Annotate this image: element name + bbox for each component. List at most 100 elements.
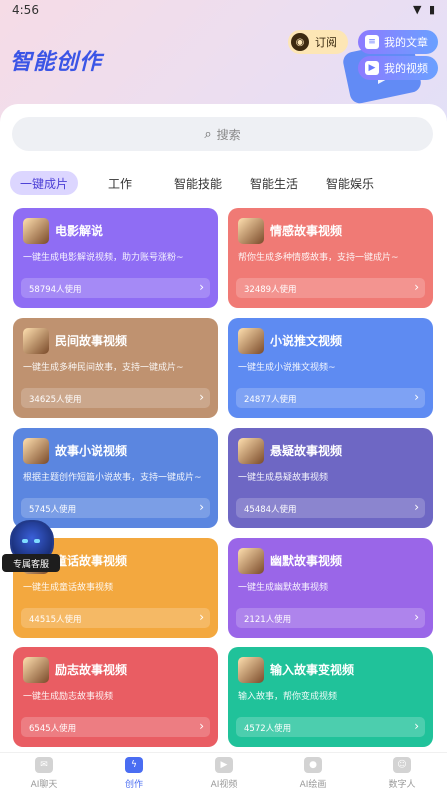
card-movie-commentary[interactable]: 电影解说一键生成电影解说视频，助力账号涨粉~ 58794人使用 ›: [13, 208, 218, 308]
tab-label: 智能生活: [249, 176, 298, 191]
search-icon: ⌕: [204, 126, 212, 142]
nav-digital-human[interactable]: ☺ 数字人: [372, 757, 432, 790]
chevron-right-icon: ›: [199, 719, 204, 733]
card-thumbnail: [238, 218, 264, 244]
card-thumbnail: [23, 657, 49, 683]
tab-smart-skills[interactable]: 智能技能: [168, 171, 228, 195]
card-title: 悬疑故事视频: [270, 444, 343, 458]
card-story-novel[interactable]: 故事小说视频根据主题创作短篇小说故事，支持一键成片~ 5745人使用 ›: [13, 428, 218, 528]
card-emotional-story[interactable]: 情感故事视频帮你生成多种情感故事，支持一键成片~ 32489人使用 ›: [228, 208, 433, 308]
brand-title: 智能创作: [10, 50, 103, 75]
card-thumbnail: [23, 438, 49, 464]
card-description: 一键生成幽默故事视频: [238, 583, 329, 593]
chevron-right-icon: ›: [199, 500, 204, 514]
card-input-to-video[interactable]: 输入故事变视频输入故事，帮你变成视频 4572人使用 ›: [228, 647, 433, 747]
card-title: 民间故事视频: [55, 334, 128, 348]
card-description: 一键生成电影解说视频，助力账号涨粉~: [23, 253, 184, 263]
card-thumbnail: [23, 328, 49, 354]
card-usage-count: 2121人使用: [244, 615, 292, 625]
card-title: 励志故事视频: [55, 663, 128, 677]
card-usage-bar[interactable]: 58794人使用 ›: [21, 278, 210, 298]
video-icon: ▶: [215, 757, 233, 773]
my-videos-button[interactable]: ▶ 我的视频: [358, 56, 438, 80]
card-title: 幽默故事视频: [270, 554, 343, 568]
card-usage-bar[interactable]: 4572人使用 ›: [236, 717, 425, 737]
card-usage-count: 24877人使用: [244, 395, 297, 405]
card-usage-bar[interactable]: 24877人使用 ›: [236, 388, 425, 408]
category-tabs: 一键成片 工作 智能技能 智能生活 智能娱乐: [10, 171, 440, 195]
tab-label: 智能娱乐: [325, 176, 374, 191]
card-title: 小说推文视频: [270, 334, 343, 348]
bottom-nav: ✉ AI聊天 ϟ 创作 ▶ AI视频 ● AI绘画 ☺ 数字人: [0, 752, 447, 797]
chevron-right-icon: ›: [199, 610, 204, 624]
chevron-right-icon: ›: [199, 390, 204, 404]
chevron-right-icon: ›: [414, 280, 419, 294]
card-description: 输入故事，帮你变成视频: [238, 692, 338, 702]
nav-create[interactable]: ϟ 创作: [104, 757, 164, 790]
chevron-right-icon: ›: [414, 719, 419, 733]
card-usage-count: 58794人使用: [29, 285, 82, 295]
card-usage-bar[interactable]: 2121人使用 ›: [236, 608, 425, 628]
nav-ai-chat[interactable]: ✉ AI聊天: [14, 757, 74, 790]
search-bar[interactable]: ⌕ 搜索: [12, 117, 433, 151]
chevron-right-icon: ›: [414, 390, 419, 404]
video-play-icon: ▶: [365, 61, 379, 75]
card-usage-bar[interactable]: 5745人使用 ›: [21, 498, 210, 518]
card-usage-count: 32489人使用: [244, 285, 297, 295]
palette-icon: ●: [304, 757, 322, 773]
subscribe-icon: ◉: [291, 33, 309, 51]
my-articles-button[interactable]: ≡ 我的文章: [358, 30, 438, 54]
card-usage-bar[interactable]: 34625人使用 ›: [21, 388, 210, 408]
tab-smart-life[interactable]: 智能生活: [244, 171, 304, 195]
card-title: 情感故事视频: [270, 224, 343, 238]
card-usage-count: 6545人使用: [29, 724, 77, 734]
card-usage-count: 4572人使用: [244, 724, 292, 734]
card-description: 帮你生成多种情感故事，支持一键成片~: [238, 253, 399, 263]
tab-label: 工作: [107, 176, 132, 191]
nav-label: AI聊天: [30, 780, 58, 790]
nav-ai-video[interactable]: ▶ AI视频: [194, 757, 254, 790]
tab-one-click[interactable]: 一键成片: [10, 171, 78, 195]
card-description: 一键生成励志故事视频: [23, 692, 114, 702]
create-icon: ϟ: [125, 757, 143, 773]
card-description: 根据主题创作短篇小说故事，支持一键成片~: [23, 473, 202, 483]
nav-label: AI视频: [210, 780, 238, 790]
card-title: 故事小说视频: [55, 444, 128, 458]
card-usage-bar[interactable]: 6545人使用 ›: [21, 717, 210, 737]
tab-label: 智能技能: [173, 176, 222, 191]
chat-icon: ✉: [35, 757, 53, 773]
customer-service-label: 专属客服: [2, 554, 60, 572]
nav-label: AI绘画: [299, 780, 327, 790]
card-novel-promo[interactable]: 小说推文视频 一键生成小说推文视频~ 24877人使用 ›: [228, 318, 433, 418]
card-usage-bar[interactable]: 44515人使用 ›: [21, 608, 210, 628]
tab-work[interactable]: 工作: [98, 171, 142, 195]
chevron-right-icon: ›: [199, 280, 204, 294]
card-suspense-story[interactable]: 悬疑故事视频 一键生成悬疑故事视频 45484人使用 ›: [228, 428, 433, 528]
card-title: 童话故事视频: [55, 554, 128, 568]
card-title: 输入故事变视频: [270, 663, 355, 677]
robot-icon: ☺: [393, 757, 411, 773]
chevron-right-icon: ›: [414, 500, 419, 514]
card-title: 电影解说: [55, 224, 104, 238]
status-bar: 4:56 ▼ ▮: [0, 0, 447, 22]
chevron-right-icon: ›: [414, 610, 419, 624]
nav-ai-drawing[interactable]: ● AI绘画: [283, 757, 343, 790]
card-usage-bar[interactable]: 32489人使用 ›: [236, 278, 425, 298]
search-placeholder: 搜索: [216, 127, 241, 142]
card-description: 一键生成多种民间故事，支持一键成片~: [23, 363, 184, 373]
subscribe-button[interactable]: ◉ 订阅: [288, 30, 348, 54]
card-thumbnail: [238, 438, 264, 464]
card-folk-story[interactable]: 民间故事视频一键生成多种民间故事，支持一键成片~ 34625人使用 ›: [13, 318, 218, 418]
tab-smart-entertainment[interactable]: 智能娱乐: [320, 171, 380, 195]
status-time: 4:56: [12, 3, 39, 17]
card-humor-story[interactable]: 幽默故事视频一键生成幽默故事视频 2121人使用 ›: [228, 538, 433, 638]
card-usage-count: 5745人使用: [29, 505, 77, 515]
card-description: 一键生成童话故事视频: [23, 583, 114, 593]
nav-label: 数字人: [388, 780, 416, 790]
card-inspirational-story[interactable]: 励志故事视频一键生成励志故事视频 6545人使用 ›: [13, 647, 218, 747]
card-thumbnail: [23, 218, 49, 244]
customer-service-button[interactable]: 专属客服: [2, 520, 60, 576]
card-usage-bar[interactable]: 45484人使用 ›: [236, 498, 425, 518]
tab-label: 一键成片: [19, 176, 68, 191]
subscribe-label: 订阅: [315, 36, 337, 49]
